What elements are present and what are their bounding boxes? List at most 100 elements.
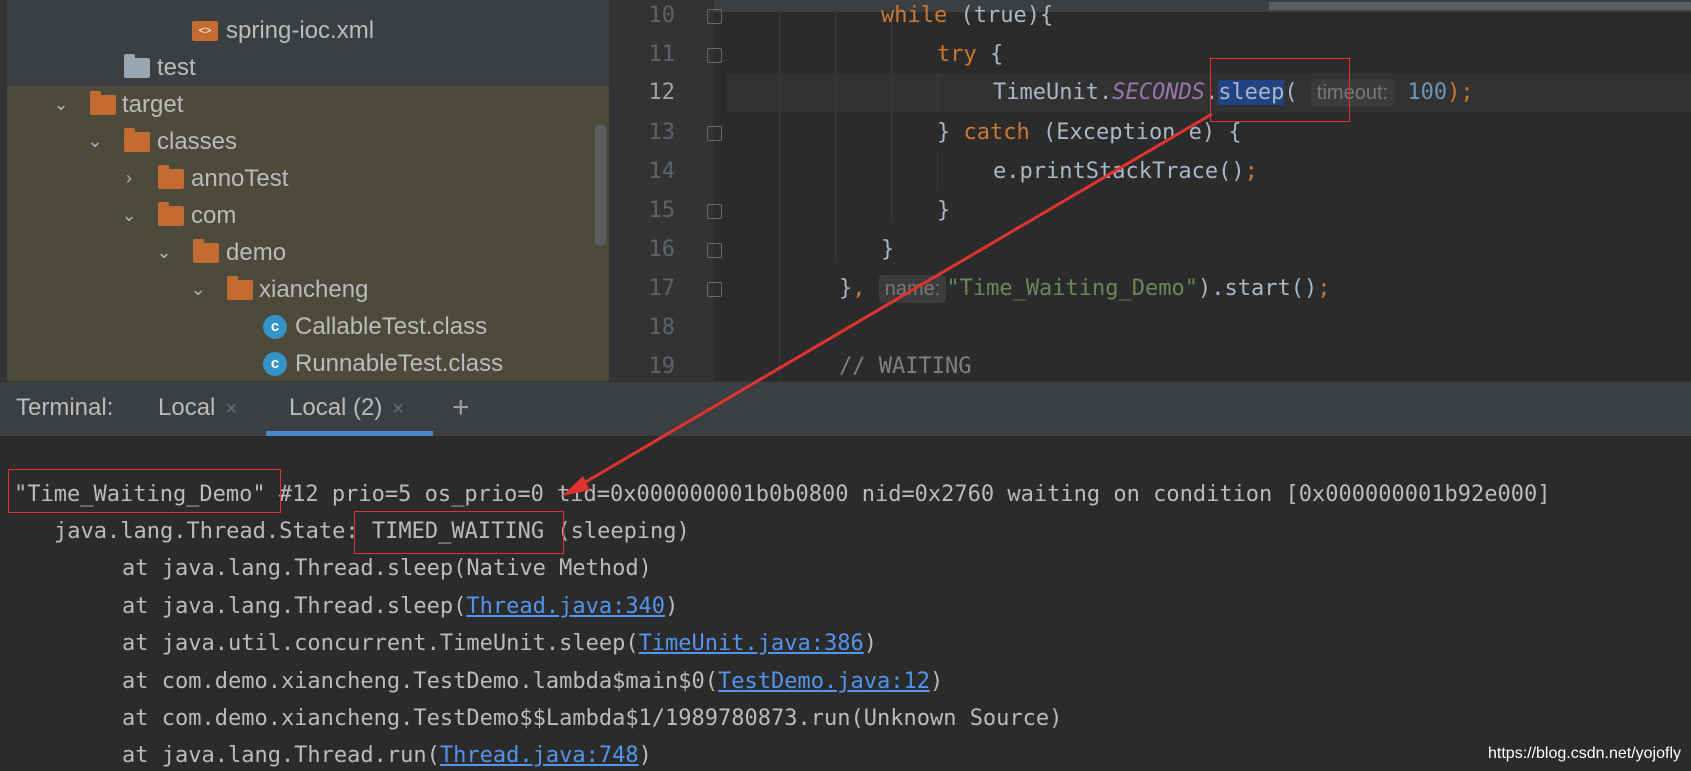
code-token: "Time_Waiting_Demo" [946, 276, 1199, 301]
line-number: 15 [648, 198, 676, 223]
terminal-tab-bar: Terminal: Local × Local (2) × + [0, 381, 1691, 436]
code-line-15: } [937, 198, 951, 223]
tree-item-label: spring-ioc.xml [226, 17, 375, 44]
code-token: { [976, 42, 1004, 67]
chevron-down-icon[interactable]: ⌄ [51, 86, 71, 123]
indent-guide [835, 12, 836, 262]
tree-item-label: demo [226, 239, 287, 266]
tree-item-label: test [157, 54, 196, 81]
code-editor[interactable]: 10 11 12 13 14 15 16 17 18 19 while (tru… [609, 0, 1691, 381]
code-line-14: e.printStackTrace(); [993, 152, 1258, 191]
code-token: try [937, 42, 977, 67]
line-number: 18 [648, 315, 676, 340]
tree-left-edge [0, 0, 7, 381]
tree-item-com[interactable]: ⌄ com [7, 197, 609, 234]
folder-icon [193, 239, 219, 263]
tree-item-label: classes [157, 128, 238, 155]
tree-scrollbar[interactable] [595, 125, 606, 245]
tree-item-callabletest-class[interactable]: c CallableTest.class [7, 308, 609, 345]
folder-icon [227, 276, 253, 300]
tree-item-classes[interactable]: ⌄ classes [7, 123, 609, 160]
fold-marker-icon[interactable] [707, 282, 722, 297]
code-token: catch [963, 120, 1030, 145]
tree-item-demo[interactable]: ⌄ demo [7, 234, 609, 271]
code-line-13: } catch (Exception e) { [937, 113, 1242, 152]
terminal-line: at java.lang.Thread.run(Thread.java:748) [122, 737, 652, 771]
code-line-17: }, name: "Time_Waiting_Demo").start(); [839, 269, 1330, 308]
close-icon[interactable]: × [225, 398, 237, 420]
project-tree-panel: <> spring-ioc.xml test ⌄ target ⌄ classe… [0, 0, 609, 381]
tree-item-spring-ioc-xml[interactable]: <> spring-ioc.xml [7, 12, 609, 49]
fold-marker-icon[interactable] [707, 204, 722, 219]
tree-item-target[interactable]: ⌄ target [7, 86, 609, 123]
line-number: 11 [648, 42, 676, 67]
add-icon[interactable]: + [452, 382, 470, 437]
fold-marker-icon[interactable] [707, 243, 722, 258]
tree-item-runnabletest-class[interactable]: c RunnableTest.class [7, 345, 609, 381]
code-line-19: // WAITING [839, 354, 972, 379]
source-link[interactable]: Thread.java:340 [466, 594, 665, 619]
chevron-right-icon[interactable]: › [119, 160, 139, 197]
tree-item-test[interactable]: test [7, 49, 609, 86]
fold-marker-icon[interactable] [707, 126, 722, 141]
tree-item-label: target [122, 91, 184, 118]
code-token: TimeUnit. [993, 80, 1113, 105]
terminal-text: at java.lang.Thread.run( [122, 743, 440, 768]
tab-label: Local (2) [289, 394, 383, 421]
tree-item-annotest[interactable]: › annoTest [7, 160, 609, 197]
code-token: (true){ [947, 3, 1054, 28]
terminal-text: ) [929, 669, 944, 694]
tree-item-label: CallableTest.class [295, 313, 488, 340]
annotation-box-sleep [1210, 58, 1350, 122]
code-token: ; [1317, 276, 1331, 301]
line-number: 13 [648, 120, 676, 145]
terminal-text: #12 prio=5 os_prio=0 tid=0x000000001b0b0… [265, 482, 1551, 507]
source-link[interactable]: TestDemo.java:12 [718, 669, 930, 694]
code-token: while [881, 3, 948, 28]
folder-icon [124, 128, 150, 152]
tab-local[interactable]: Local × [158, 382, 237, 437]
indent-guide [937, 73, 938, 112]
tree-item-label: RunnableTest.class [295, 350, 504, 377]
folder-icon [158, 165, 184, 189]
tree-item-label: annoTest [191, 165, 289, 192]
terminal-text: at com.demo.xiancheng.TestDemo.lambda$ma… [122, 669, 719, 694]
tab-local-2[interactable]: Local (2) × [289, 382, 404, 437]
chevron-down-icon[interactable]: ⌄ [188, 271, 208, 308]
editor-horizontal-scrollbar[interactable] [1269, 2, 1691, 10]
code-token: SECONDS [1112, 80, 1205, 105]
terminal-text: ) [863, 631, 877, 656]
folder-icon [124, 54, 150, 78]
code-line-16: } [881, 237, 895, 262]
indent-guide [937, 152, 938, 191]
chevron-down-icon[interactable]: ⌄ [119, 197, 139, 234]
terminal-line: at com.demo.xiancheng.TestDemo$$Lambda$1… [122, 706, 1063, 731]
parameter-hint: name: [878, 275, 947, 303]
terminal-text: ) [665, 594, 679, 619]
code-line-10: while (true){ [881, 0, 1053, 35]
xml-file-icon: <> [192, 21, 218, 41]
source-link[interactable]: Thread.java:748 [440, 743, 639, 768]
source-link[interactable]: TimeUnit.java:386 [639, 631, 864, 656]
chevron-down-icon[interactable]: ⌄ [154, 234, 174, 271]
terminal-text: java.lang.Thread.State [54, 519, 346, 544]
indent-guide [891, 12, 892, 222]
class-file-icon: c [263, 315, 287, 339]
terminal-text: at java.lang.Thread.sleep( [122, 594, 467, 619]
fold-marker-icon[interactable] [707, 48, 722, 63]
code-token: } [839, 276, 853, 301]
code-token: ; [1244, 159, 1258, 184]
tree-item-label: com [191, 202, 237, 229]
close-icon[interactable]: × [392, 398, 404, 420]
code-token: ).start() [1198, 276, 1318, 301]
terminal-line: at java.util.concurrent.TimeUnit.sleep(T… [122, 625, 877, 662]
code-token: } [937, 120, 964, 145]
annotation-box-timed-waiting [354, 511, 564, 554]
class-file-icon: c [263, 352, 287, 376]
fold-marker-icon[interactable] [707, 9, 722, 24]
line-number: 14 [648, 159, 676, 184]
terminal-text: at java.util.concurrent.TimeUnit.sleep( [122, 631, 639, 656]
watermark: https://blog.csdn.net/yojofly [1488, 745, 1681, 762]
tree-item-xiancheng[interactable]: ⌄ xiancheng [7, 271, 609, 308]
chevron-down-icon[interactable]: ⌄ [85, 123, 105, 160]
